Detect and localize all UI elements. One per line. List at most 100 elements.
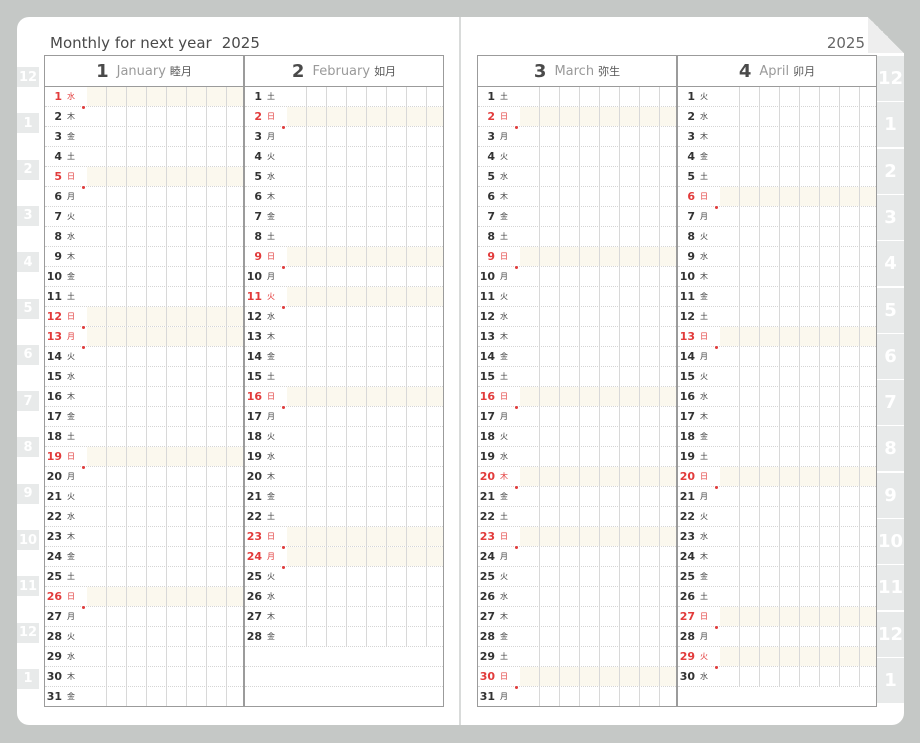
day-grid-cells[interactable] — [87, 507, 243, 526]
day-grid-cells[interactable] — [87, 267, 243, 286]
day-row[interactable]: 14 月 — [678, 347, 876, 367]
day-grid-cells[interactable] — [520, 567, 676, 586]
day-grid-cells[interactable] — [87, 547, 243, 566]
day-row[interactable]: 13 日 — [678, 327, 876, 349]
day-row[interactable]: 19 土 — [678, 447, 876, 467]
day-row[interactable]: 16 日 — [478, 387, 676, 409]
day-grid-cells[interactable] — [87, 387, 243, 406]
day-grid-cells[interactable] — [87, 647, 243, 666]
day-grid-cells[interactable] — [720, 527, 876, 546]
day-grid-cells[interactable] — [720, 227, 876, 246]
month-tab[interactable]: 12 — [877, 56, 904, 101]
day-row[interactable]: 13 木 — [245, 327, 443, 347]
month-tab[interactable]: 11 — [17, 576, 39, 597]
day-grid-cells[interactable] — [87, 447, 243, 466]
day-row[interactable]: 12 水 — [245, 307, 443, 327]
day-grid-cells[interactable] — [520, 507, 676, 526]
day-grid-cells[interactable] — [287, 407, 443, 426]
day-row[interactable]: 28 月 — [678, 627, 876, 647]
day-grid-cells[interactable] — [287, 427, 443, 446]
day-grid-cells[interactable] — [87, 367, 243, 386]
day-grid-cells[interactable] — [520, 427, 676, 446]
day-row[interactable]: 17 月 — [245, 407, 443, 427]
day-row[interactable]: 4土 — [45, 147, 243, 167]
month-tab[interactable]: 12 — [17, 67, 39, 87]
day-row[interactable]: 7月 — [678, 207, 876, 227]
day-row[interactable]: 17 木 — [678, 407, 876, 427]
month-tab[interactable]: 10 — [877, 519, 904, 564]
day-grid-cells[interactable] — [287, 447, 443, 466]
day-row[interactable]: 6日 — [678, 187, 876, 209]
day-row[interactable] — [245, 647, 443, 667]
day-row[interactable]: 20 月 — [45, 467, 243, 487]
day-row[interactable]: 5水 — [478, 167, 676, 187]
day-grid-cells[interactable] — [520, 407, 676, 426]
day-row[interactable]: 5水 — [245, 167, 443, 187]
day-row[interactable]: 17 金 — [45, 407, 243, 427]
day-grid-cells[interactable] — [287, 167, 443, 186]
day-row[interactable]: 6木 — [478, 187, 676, 207]
day-grid-cells[interactable] — [720, 407, 876, 426]
day-grid-cells[interactable] — [720, 127, 876, 146]
day-row[interactable]: 21 金 — [478, 487, 676, 507]
day-row[interactable]: 10 月 — [478, 267, 676, 287]
day-row[interactable]: 24 月 — [478, 547, 676, 567]
day-row[interactable]: 9木 — [45, 247, 243, 267]
day-grid-cells[interactable] — [720, 587, 876, 606]
day-grid-cells[interactable] — [720, 387, 876, 406]
day-row[interactable]: 19 水 — [245, 447, 443, 467]
day-grid-cells[interactable] — [520, 327, 676, 346]
day-grid-cells[interactable] — [520, 247, 676, 266]
day-grid-cells[interactable] — [287, 207, 443, 226]
day-row[interactable]: 3金 — [45, 127, 243, 147]
day-grid-cells[interactable] — [287, 247, 443, 266]
day-grid-cells[interactable] — [720, 167, 876, 186]
month-tab[interactable]: 1 — [17, 113, 39, 134]
day-row[interactable]: 24 金 — [45, 547, 243, 567]
day-grid-cells[interactable] — [520, 607, 676, 626]
day-row[interactable]: 4火 — [245, 147, 443, 167]
day-row[interactable]: 13 木 — [478, 327, 676, 347]
day-row[interactable]: 1土 — [478, 87, 676, 107]
day-grid-cells[interactable] — [520, 367, 676, 386]
day-row[interactable]: 27 月 — [45, 607, 243, 627]
day-grid-cells[interactable] — [287, 267, 443, 286]
day-row[interactable]: 12 日 — [45, 307, 243, 329]
day-row[interactable]: 15 水 — [45, 367, 243, 387]
day-grid-cells[interactable] — [287, 87, 443, 106]
day-row[interactable]: 24 月 — [245, 547, 443, 569]
day-row[interactable]: 10 金 — [45, 267, 243, 287]
day-row[interactable]: 7火 — [45, 207, 243, 227]
day-row[interactable]: 30 日 — [478, 667, 676, 689]
day-grid-cells[interactable] — [520, 227, 676, 246]
day-grid-cells[interactable] — [87, 527, 243, 546]
day-row[interactable]: 12 土 — [678, 307, 876, 327]
day-row[interactable]: 2木 — [45, 107, 243, 127]
day-row[interactable]: 7金 — [245, 207, 443, 227]
day-row[interactable]: 22 土 — [245, 507, 443, 527]
day-row[interactable]: 11 火 — [245, 287, 443, 309]
month-tab[interactable]: 1 — [877, 102, 904, 148]
day-grid-cells[interactable] — [287, 687, 443, 706]
day-row[interactable]: 22 土 — [478, 507, 676, 527]
day-row[interactable]: 3木 — [678, 127, 876, 147]
day-row[interactable]: 5日 — [45, 167, 243, 189]
day-row[interactable]: 16 木 — [45, 387, 243, 407]
day-row[interactable]: 9水 — [678, 247, 876, 267]
day-grid-cells[interactable] — [287, 507, 443, 526]
day-row[interactable]: 6木 — [245, 187, 443, 207]
day-grid-cells[interactable] — [87, 467, 243, 486]
day-grid-cells[interactable] — [520, 647, 676, 666]
day-grid-cells[interactable] — [287, 127, 443, 146]
day-grid-cells[interactable] — [720, 347, 876, 366]
day-row[interactable]: 1水 — [45, 87, 243, 109]
day-grid-cells[interactable] — [87, 587, 243, 606]
day-grid-cells[interactable] — [720, 367, 876, 386]
day-row[interactable]: 29 土 — [478, 647, 676, 667]
day-grid-cells[interactable] — [520, 547, 676, 566]
day-row[interactable]: 27 日 — [678, 607, 876, 629]
day-row[interactable]: 25 火 — [245, 567, 443, 587]
day-row[interactable]: 19 水 — [478, 447, 676, 467]
day-row[interactable]: 21 火 — [45, 487, 243, 507]
month-tab[interactable]: 7 — [877, 380, 904, 426]
